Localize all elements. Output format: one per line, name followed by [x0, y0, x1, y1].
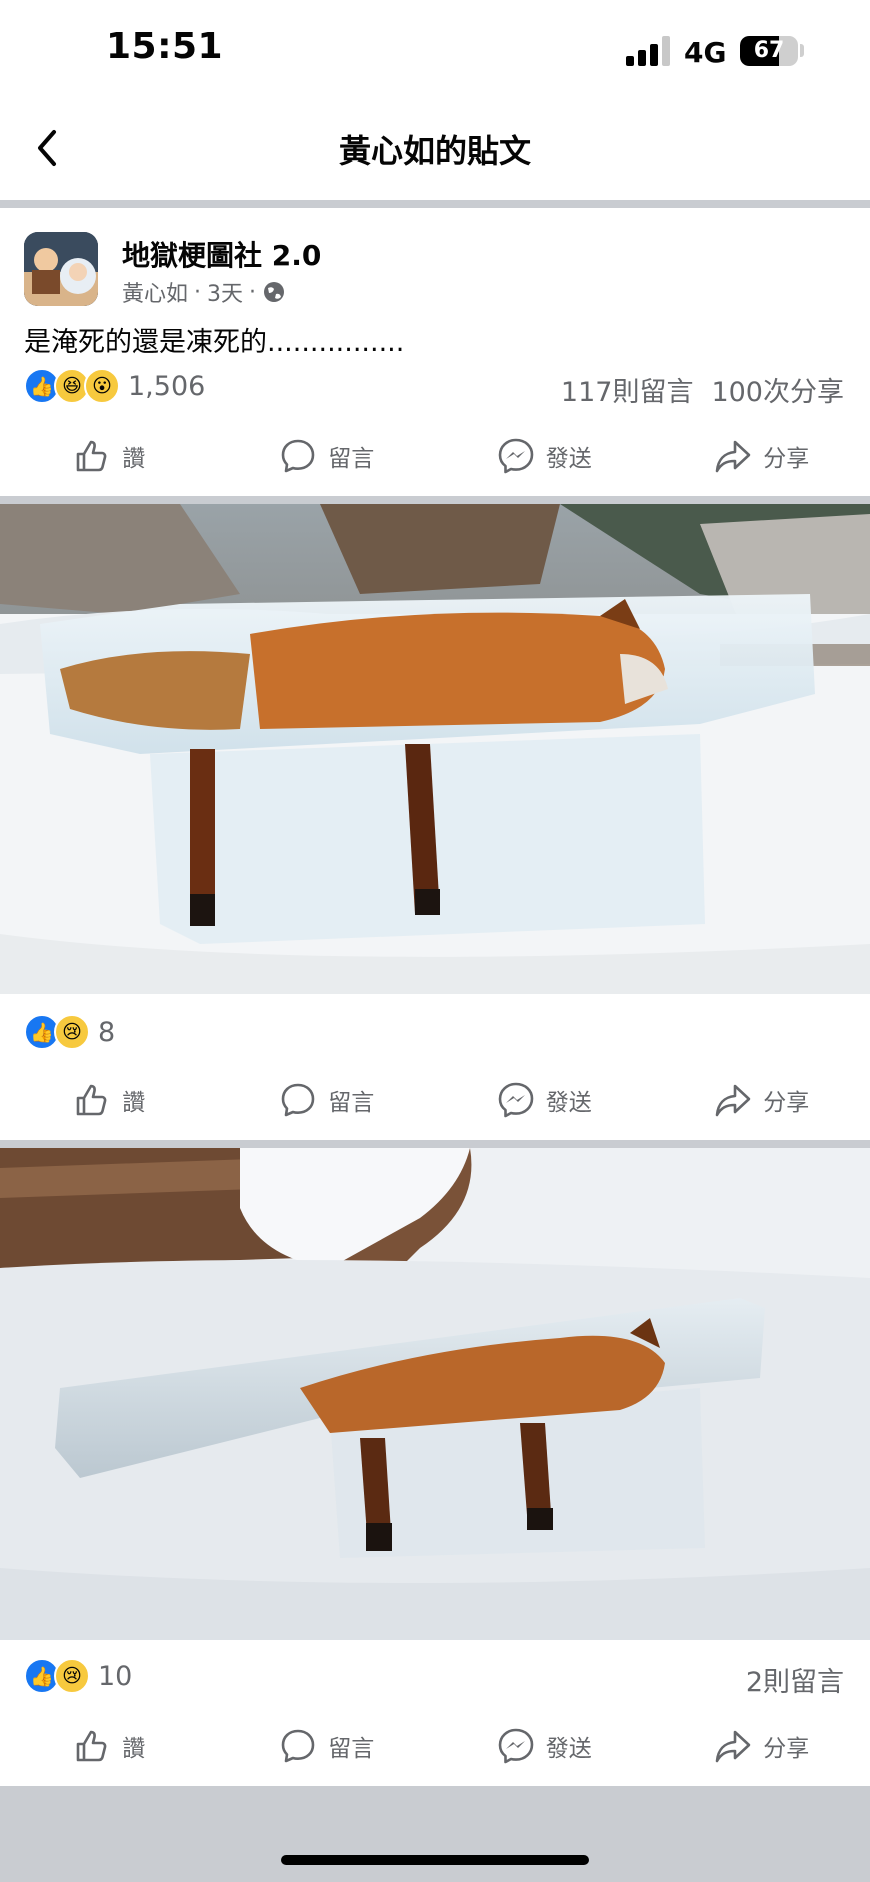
meta-dot: ·: [194, 279, 202, 305]
post-action-bar: 讚 留言 發送 分享: [0, 424, 870, 488]
messenger-icon: [498, 1082, 534, 1118]
bottom-area: [0, 1786, 870, 1882]
battery-icon: 67: [740, 36, 798, 66]
photo-1-reactions[interactable]: 👍 😢 8: [24, 1014, 115, 1050]
send-label: 發送: [545, 446, 592, 472]
comment-count[interactable]: 117則留言: [561, 370, 694, 409]
sad-reaction-icon: 😢: [54, 1014, 90, 1050]
photo-1-action-bar: 讚 留言 發送 分享: [0, 1068, 870, 1132]
comment-icon: [281, 1083, 315, 1117]
share-icon: [715, 1084, 751, 1117]
reaction-count: 10: [98, 1660, 133, 1692]
send-button[interactable]: 發送: [435, 1714, 653, 1778]
group-avatar[interactable]: [24, 232, 98, 306]
sad-reaction-icon: 😢: [54, 1658, 90, 1694]
share-count[interactable]: 100次分享: [711, 370, 844, 409]
photo-2-reactions[interactable]: 👍 😢 10: [24, 1658, 132, 1694]
share-label: 分享: [763, 1736, 810, 1762]
post-photo-1[interactable]: [0, 504, 870, 994]
send-label: 發送: [545, 1090, 592, 1116]
messenger-icon: [498, 438, 534, 474]
photo-2-comment-count[interactable]: 2則留言: [746, 1660, 844, 1699]
status-time: 15:51: [106, 26, 224, 67]
post-meta: 黃心如 · 3天 ·: [122, 276, 286, 308]
comment-button[interactable]: 留言: [218, 1068, 436, 1132]
like-label: 讚: [122, 1090, 146, 1116]
messenger-icon: [498, 1728, 534, 1764]
network-type: 4G: [684, 36, 727, 69]
group-name[interactable]: 地獄梗圖社 2.0: [122, 234, 321, 274]
comment-label: 留言: [328, 1090, 375, 1116]
share-label: 分享: [763, 1090, 810, 1116]
author-name[interactable]: 黃心如: [122, 276, 188, 308]
like-label: 讚: [122, 1736, 146, 1762]
thumbs-up-icon: [76, 440, 107, 472]
share-label: 分享: [763, 446, 810, 472]
header-divider: [0, 200, 870, 208]
like-label: 讚: [122, 446, 146, 472]
comment-label: 留言: [328, 1736, 375, 1762]
post-photo-2[interactable]: [0, 1148, 870, 1640]
thumbs-up-icon: [76, 1730, 107, 1762]
comment-icon: [281, 1729, 315, 1763]
section-divider: [0, 1140, 870, 1148]
post-time[interactable]: 3天: [207, 276, 243, 308]
meta-dot: ·: [249, 279, 257, 305]
post-stats: 117則留言 100次分享: [561, 370, 844, 409]
post-reactions[interactable]: 👍 😆 😮 1,506: [24, 368, 205, 404]
share-button[interactable]: 分享: [653, 1068, 870, 1132]
share-button[interactable]: 分享: [653, 424, 870, 488]
like-button[interactable]: 讚: [0, 1714, 218, 1778]
share-icon: [715, 440, 751, 473]
comment-label: 留言: [328, 446, 375, 472]
post-caption: 是淹死的還是凍死的................: [24, 327, 405, 358]
like-button[interactable]: 讚: [0, 424, 218, 488]
share-button[interactable]: 分享: [653, 1714, 870, 1778]
thumbs-up-icon: [76, 1084, 107, 1116]
send-button[interactable]: 發送: [435, 1068, 653, 1132]
share-icon: [715, 1730, 751, 1763]
battery-level: 67: [753, 38, 785, 63]
battery-tip: [800, 44, 804, 57]
signal-icon: [626, 34, 672, 66]
home-indicator[interactable]: [281, 1855, 589, 1865]
send-label: 發送: [545, 1736, 592, 1762]
page-title: 黃心如的貼文: [338, 132, 531, 170]
globe-icon: [264, 282, 285, 302]
reaction-count: 1,506: [128, 370, 206, 402]
comment-button[interactable]: 留言: [218, 1714, 436, 1778]
photo-2-action-bar: 讚 留言 發送 分享: [0, 1714, 870, 1778]
section-divider: [0, 496, 870, 504]
wow-reaction-icon: 😮: [84, 368, 120, 404]
comment-button[interactable]: 留言: [218, 424, 436, 488]
like-button[interactable]: 讚: [0, 1068, 218, 1132]
comment-icon: [281, 439, 315, 473]
send-button[interactable]: 發送: [435, 424, 653, 488]
reaction-count: 8: [98, 1016, 116, 1048]
